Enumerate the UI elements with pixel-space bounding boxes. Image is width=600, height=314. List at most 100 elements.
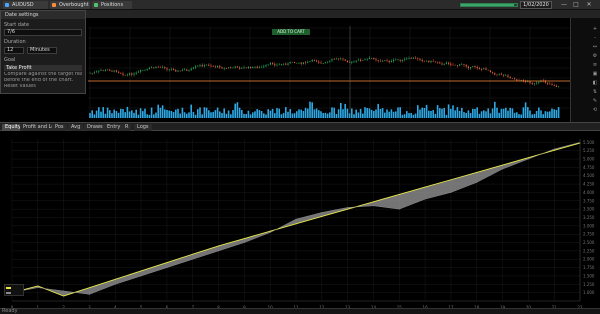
duration-unit-select[interactable]: Minutes: [27, 47, 57, 54]
candle-body: [188, 70, 190, 71]
tab-logs[interactable]: Logs: [134, 124, 152, 131]
tab-r[interactable]: R: [122, 124, 132, 131]
volume-bar: [542, 114, 544, 118]
volume-bar: [120, 108, 122, 118]
volume-bar: [309, 101, 311, 118]
volume-bar: [260, 111, 263, 118]
y-tick-label: 4.500: [583, 173, 595, 178]
candle-body: [307, 61, 309, 63]
candle-body: [509, 77, 511, 79]
data-point: [502, 164, 503, 166]
sidebar-tool-icon[interactable]: ⇅: [592, 89, 598, 95]
volume-bar: [474, 109, 476, 118]
candle-body: [102, 70, 104, 72]
y-tick-label: 2.500: [583, 240, 595, 245]
volume-bar: [137, 114, 140, 118]
tab-positions[interactable]: Positions: [92, 1, 132, 9]
candle-body: [296, 62, 298, 64]
candle-body: [331, 59, 333, 61]
volume-bar: [419, 109, 421, 118]
candle-body: [155, 66, 157, 68]
sidebar-tool-icon[interactable]: ⟲: [592, 107, 598, 113]
tab-entry[interactable]: Entry: [104, 124, 124, 131]
volume-bar: [98, 107, 100, 118]
tab-avg[interactable]: Avg: [68, 124, 84, 131]
volume-bar: [443, 107, 445, 118]
candle-body: [333, 59, 335, 60]
data-point: [218, 250, 219, 252]
candle-body: [536, 82, 538, 84]
candle-body: [487, 69, 489, 71]
volume-bar: [344, 103, 346, 118]
candle-body: [300, 62, 302, 64]
sidebar-tool-icon[interactable]: +: [592, 26, 598, 32]
sidebar-tool-icon[interactable]: ⚙: [592, 53, 598, 59]
volume-bar: [243, 113, 245, 118]
volume-bar: [362, 113, 364, 118]
candle-body: [443, 63, 445, 65]
y-tick-label: 2.000: [583, 257, 595, 262]
data-point: [398, 208, 400, 210]
volume-bar: [392, 111, 395, 118]
tab-overbought[interactable]: Overbought: [50, 1, 90, 9]
volume-bar: [555, 109, 558, 118]
candle-body: [470, 67, 472, 69]
duration-input[interactable]: 12: [4, 47, 24, 54]
volume-bar: [425, 104, 428, 118]
data-point: [89, 293, 90, 295]
volume-bar: [269, 110, 272, 118]
close-icon[interactable]: ✕: [585, 1, 593, 9]
candle-body: [96, 71, 98, 73]
date-field[interactable]: 1/02/2020: [520, 1, 552, 9]
volume-bar: [546, 111, 549, 118]
y-tick-label: 1.500: [583, 273, 595, 278]
sidebar-tool-icon[interactable]: ↔: [592, 44, 598, 50]
y-tick-label: 3.000: [583, 223, 595, 228]
sidebar-tool-icon[interactable]: ≡: [592, 62, 598, 68]
goal-label: Goal: [4, 57, 16, 63]
volume-bar: [346, 108, 349, 118]
tab-pos[interactable]: Pos: [52, 124, 67, 131]
candle-body: [311, 59, 313, 62]
data-point: [424, 198, 426, 200]
volume-bar: [456, 107, 459, 118]
candle-body: [500, 73, 502, 75]
minimize-icon[interactable]: —: [560, 1, 568, 9]
sidebar-tool-icon[interactable]: ◧: [592, 80, 598, 86]
candle-body: [98, 70, 100, 72]
candle-body: [157, 66, 159, 68]
tab-audusd[interactable]: AUDUSD: [3, 1, 48, 9]
sidebar-tool-icon[interactable]: -: [592, 35, 598, 41]
candle-body: [243, 67, 245, 69]
candle-body: [544, 81, 546, 83]
volume-bar: [199, 107, 201, 118]
candle-body: [133, 73, 135, 75]
volume-bar: [186, 113, 188, 118]
volume-bar: [161, 105, 164, 118]
volume-bar: [399, 107, 401, 118]
candle-body: [441, 63, 443, 65]
sidebar-tool-icon[interactable]: ✎: [592, 98, 598, 104]
y-tick-label: 4.750: [583, 165, 595, 170]
volume-bar: [247, 110, 250, 118]
volume-bar: [340, 102, 342, 118]
volume-bar: [395, 111, 397, 118]
candle-body: [104, 70, 106, 71]
candle-body: [558, 86, 560, 87]
tab-draws[interactable]: Draws: [84, 124, 106, 131]
volume-bar: [307, 108, 309, 118]
sidebar-tool-icon[interactable]: ▣: [592, 71, 598, 77]
reset-link[interactable]: Reset values: [4, 84, 82, 89]
volume-bar: [282, 113, 285, 118]
candle-body: [366, 59, 368, 60]
candle-body: [461, 64, 463, 65]
start-date-input[interactable]: 7/6: [4, 29, 82, 36]
tab-label: Positions: [101, 2, 124, 8]
candle-body: [364, 59, 366, 61]
candle-body: [208, 64, 210, 66]
candle-body: [166, 68, 168, 70]
volume-bar: [144, 108, 146, 118]
maximize-icon[interactable]: □: [572, 1, 580, 9]
popup-title: Date settings: [1, 11, 85, 19]
goal-select[interactable]: Take Profit: [4, 65, 82, 71]
